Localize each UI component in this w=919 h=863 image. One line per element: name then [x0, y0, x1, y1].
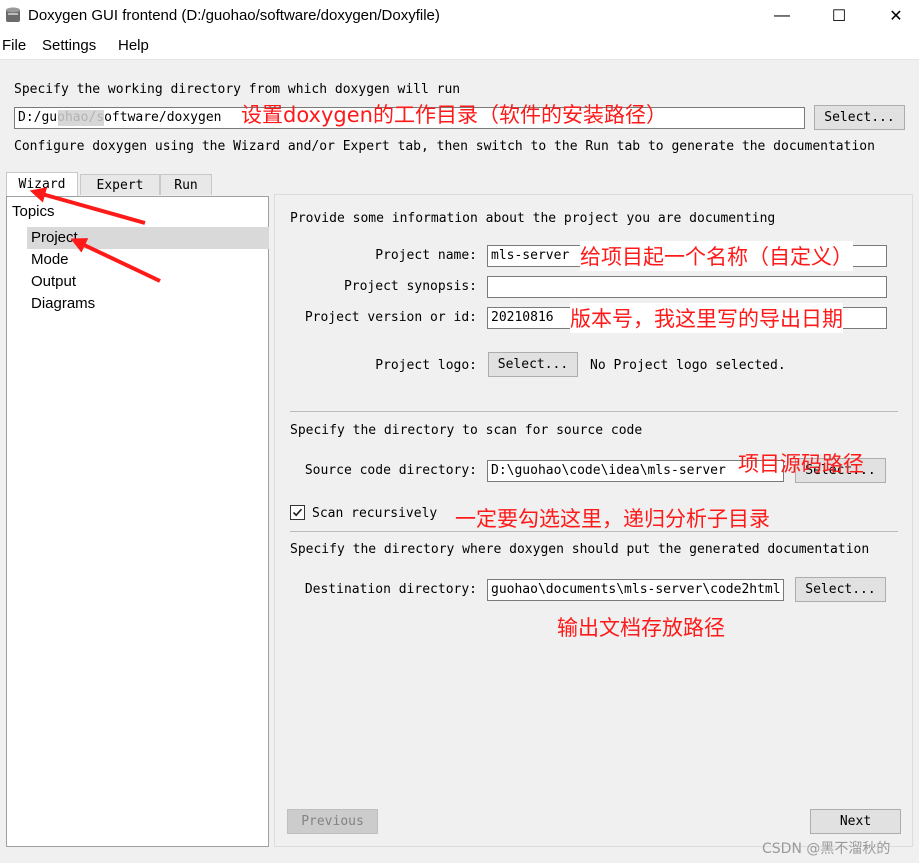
annotation-source: 项目源码路径 — [738, 452, 864, 476]
divider — [290, 411, 898, 412]
blur-mask — [58, 110, 104, 126]
maximize-icon: ☐ — [831, 8, 847, 25]
logo-status: No Project logo selected. — [590, 358, 786, 373]
menu-help[interactable]: Help — [118, 37, 149, 54]
workdir-select-button[interactable]: Select... — [814, 105, 905, 130]
project-synopsis-label: Project synopsis: — [343, 279, 477, 294]
scan-recursive-checkbox[interactable] — [290, 505, 305, 520]
project-logo-label: Project logo: — [375, 358, 477, 373]
sidebar-item-mode[interactable]: Mode — [31, 251, 69, 268]
close-icon: ✕ — [889, 8, 903, 25]
destination-heading: Specify the directory where doxygen shou… — [290, 542, 870, 557]
annotation-version: 版本号，我这里写的导出日期 — [570, 303, 843, 333]
sidebar-item-output[interactable]: Output — [31, 273, 76, 290]
window-title: Doxygen GUI frontend (D:/guohao/software… — [28, 7, 440, 24]
source-dir-label: Source code directory: — [304, 463, 477, 478]
logo-select-button[interactable]: Select... — [488, 352, 578, 377]
watermark: CSDN @黑不溜秋的 — [762, 841, 891, 857]
project-name-label: Project name: — [375, 248, 477, 263]
sidebar-item-diagrams[interactable]: Diagrams — [31, 295, 95, 312]
configure-hint: Configure doxygen using the Wizard and/o… — [14, 139, 875, 154]
destination-dir-label: Destination directory: — [304, 582, 477, 597]
next-button[interactable]: Next — [810, 809, 901, 834]
scan-recursive-label[interactable]: Scan recursively — [312, 506, 437, 521]
tab-wizard[interactable]: Wizard — [6, 172, 78, 196]
menu-settings[interactable]: Settings — [42, 37, 96, 54]
sidebar-item-project[interactable]: Project — [31, 229, 78, 246]
title-bar: Doxygen GUI frontend (D:/guohao/software… — [0, 0, 919, 32]
tab-expert[interactable]: Expert — [80, 174, 160, 195]
topics-heading: Topics — [12, 203, 55, 220]
previous-button[interactable]: Previous — [287, 809, 378, 834]
annotation-name: 给项目起一个名称（自定义） — [580, 241, 853, 271]
menu-bar: File Settings Help — [0, 32, 919, 60]
project-version-label: Project version or id: — [304, 310, 477, 325]
minimize-button[interactable]: — — [759, 0, 805, 32]
menu-file[interactable]: File — [2, 37, 26, 54]
project-intro: Provide some information about the proje… — [290, 211, 776, 226]
checkmark-icon — [292, 508, 303, 517]
minimize-icon: — — [774, 7, 790, 24]
maximize-button[interactable]: ☐ — [816, 0, 862, 32]
annotation-workdir: 设置doxygen的工作目录（软件的安装路径） — [241, 103, 667, 127]
annotation-output: 输出文档存放路径 — [557, 616, 725, 640]
tab-run[interactable]: Run — [160, 174, 212, 195]
workdir-label: Specify the working directory from which… — [14, 82, 461, 97]
divider — [290, 531, 898, 532]
source-heading: Specify the directory to scan for source… — [290, 423, 643, 438]
project-synopsis-input[interactable] — [487, 276, 887, 298]
annotation-recursive: 一定要勾选这里，递归分析子目录 — [455, 507, 770, 531]
doxygen-app-icon — [6, 7, 20, 22]
destination-dir-input[interactable]: guohao\documents\mls-server\code2html — [487, 579, 784, 601]
topics-sidebar: Topics Project Mode Output Diagrams — [6, 196, 269, 847]
close-button[interactable]: ✕ — [873, 0, 919, 32]
destination-select-button[interactable]: Select... — [795, 577, 886, 602]
